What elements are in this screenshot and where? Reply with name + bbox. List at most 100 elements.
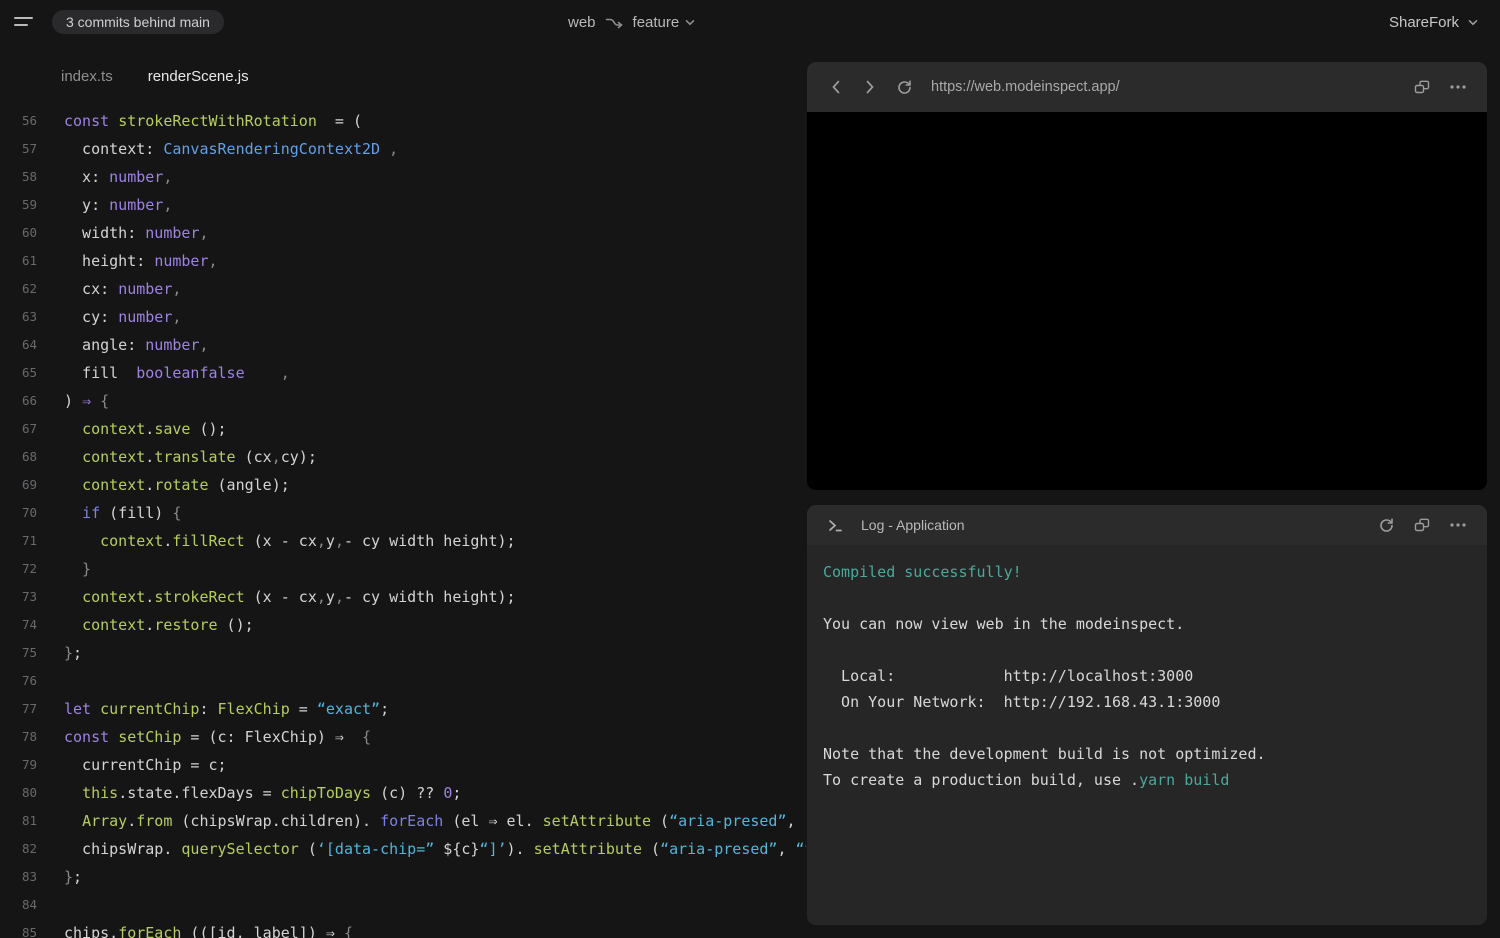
chevron-down-icon	[1468, 19, 1478, 26]
line-number: 63	[0, 303, 37, 331]
line-number: 60	[0, 219, 37, 247]
line-number: 77	[0, 695, 37, 723]
menu-icon[interactable]	[14, 14, 34, 30]
url-field[interactable]: https://web.modeinspect.app/	[931, 79, 1401, 95]
forward-button[interactable]	[857, 74, 883, 100]
code-line[interactable]: 74 context.restore ();	[0, 611, 806, 639]
code-line[interactable]: 60 width: number,	[0, 219, 806, 247]
code-text: const strokeRectWithRotation = (	[64, 107, 362, 135]
code-line[interactable]: 73 context.strokeRect (x - cx,y,- cy wid…	[0, 583, 806, 611]
code-text: chips.forEach (([id, label]) ⇒ {	[64, 919, 353, 938]
code-line[interactable]: 62 cx: number,	[0, 275, 806, 303]
branch-source-label: web	[568, 14, 596, 31]
line-number: 73	[0, 583, 37, 611]
code-line[interactable]: 76	[0, 667, 806, 695]
code-editor: index.ts renderScene.js 56 const strokeRe…	[0, 44, 806, 938]
code-text: context: CanvasRenderingContext2D ,	[64, 135, 398, 163]
code-line[interactable]: 72 }	[0, 555, 806, 583]
code-line[interactable]: 69 context.rotate (angle);	[0, 471, 806, 499]
code-line[interactable]: 84	[0, 891, 806, 919]
code-line[interactable]: 67 context.save ();	[0, 415, 806, 443]
line-number: 68	[0, 443, 37, 471]
code-text: Array.from (chipsWrap.children). forEach…	[64, 807, 806, 835]
browser-toolbar: https://web.modeinspect.app/	[807, 62, 1487, 112]
code-line[interactable]: 79 currentChip = c;	[0, 751, 806, 779]
code-line[interactable]: 85chips.forEach (([id, label]) ⇒ {	[0, 919, 806, 938]
reload-button[interactable]	[891, 74, 917, 100]
log-line	[823, 715, 1471, 741]
code-line[interactable]: 59 y: number,	[0, 191, 806, 219]
line-number: 82	[0, 835, 37, 863]
log-line	[823, 585, 1471, 611]
code-lines[interactable]: 56const strokeRectWithRotation = (57 con…	[0, 107, 806, 938]
code-line[interactable]: 61 height: number,	[0, 247, 806, 275]
code-text: cx: number,	[64, 275, 181, 303]
code-line[interactable]: 66) ⇒ {	[0, 387, 806, 415]
code-text: context.fillRect (x - cx,y,- cy width he…	[64, 527, 516, 555]
line-number: 56	[0, 107, 37, 135]
sharefork-label: ShareFork	[1389, 14, 1459, 31]
more-options-icon[interactable]	[1445, 74, 1471, 100]
tab-renderscene-js[interactable]: renderScene.js	[148, 68, 249, 85]
log-title: Log - Application	[861, 517, 1363, 533]
code-text: context.restore ();	[64, 611, 254, 639]
code-line[interactable]: 78const setChip = (c: FlexChip) ⇒ {	[0, 723, 806, 751]
app-window: 3 commits behind main web feature ShareF…	[0, 0, 1500, 938]
log-header: Log - Application	[807, 505, 1487, 545]
code-line[interactable]: 56 const strokeRectWithRotation = (	[0, 107, 806, 135]
code-line[interactable]: 80 this.state.flexDays = chipToDays (c) …	[0, 779, 806, 807]
sharefork-button[interactable]: ShareFork	[1389, 11, 1478, 33]
log-line: You can now view web in the modeinspect.	[823, 611, 1471, 637]
line-number: 69	[0, 471, 37, 499]
browser-viewport[interactable]	[807, 112, 1487, 490]
log-reload-icon[interactable]	[1373, 512, 1399, 538]
code-text: angle: number,	[64, 331, 209, 359]
log-output: Compiled successfully! You can now view …	[807, 545, 1487, 807]
code-text: chipsWrap. querySelector (‘[data-chip=” …	[64, 835, 806, 863]
code-line[interactable]: 58 x: number,	[0, 163, 806, 191]
code-line[interactable]: 63 cy: number,	[0, 303, 806, 331]
log-line: Compiled successfully!	[823, 559, 1471, 585]
code-line[interactable]: 75};	[0, 639, 806, 667]
branch-target-dropdown[interactable]: feature	[633, 14, 696, 31]
code-line[interactable]: 65 fill booleanfalse ,	[0, 359, 806, 387]
line-number: 67	[0, 415, 37, 443]
code-line[interactable]: 70 if (fill) {	[0, 499, 806, 527]
line-number: 66	[0, 387, 37, 415]
code-text: if (fill) {	[64, 499, 181, 527]
code-text: const setChip = (c: FlexChip) ⇒ {	[64, 723, 371, 751]
code-line[interactable]: 57 context: CanvasRenderingContext2D ,	[0, 135, 806, 163]
log-duplicate-icon[interactable]	[1409, 512, 1435, 538]
line-number: 57	[0, 135, 37, 163]
commits-behind-badge[interactable]: 3 commits behind main	[52, 10, 224, 34]
merge-arrow-icon	[605, 14, 624, 30]
line-number: 61	[0, 247, 37, 275]
log-line: To create a production build, use .yarn …	[823, 767, 1471, 793]
code-text: fill booleanfalse ,	[64, 359, 290, 387]
duplicate-panel-icon[interactable]	[1409, 74, 1435, 100]
code-text: context.translate (cx,cy);	[64, 443, 317, 471]
code-line[interactable]: 77let currentChip: FlexChip = “exact”;	[0, 695, 806, 723]
line-number: 71	[0, 527, 37, 555]
editor-tabs: index.ts renderScene.js	[61, 68, 249, 85]
code-line[interactable]: 68 context.translate (cx,cy);	[0, 443, 806, 471]
branch-target-label: feature	[633, 14, 680, 31]
code-line[interactable]: 82 chipsWrap. querySelector (‘[data-chip…	[0, 835, 806, 863]
line-number: 83	[0, 863, 37, 891]
log-line: Note that the development build is not o…	[823, 741, 1471, 767]
line-number: 76	[0, 667, 37, 695]
tab-index-ts[interactable]: index.ts	[61, 68, 113, 85]
code-line[interactable]: 71 context.fillRect (x - cx,y,- cy width…	[0, 527, 806, 555]
code-text: context.rotate (angle);	[64, 471, 290, 499]
line-number: 74	[0, 611, 37, 639]
code-text: height: number,	[64, 247, 218, 275]
back-button[interactable]	[823, 74, 849, 100]
code-text: };	[64, 863, 82, 891]
code-line[interactable]: 64 angle: number,	[0, 331, 806, 359]
code-line[interactable]: 83};	[0, 863, 806, 891]
log-line	[823, 637, 1471, 663]
code-line[interactable]: 81 Array.from (chipsWrap.children). forE…	[0, 807, 806, 835]
log-line: Local: http://localhost:3000	[823, 663, 1471, 689]
code-text: context.save ();	[64, 415, 227, 443]
log-more-options-icon[interactable]	[1445, 512, 1471, 538]
